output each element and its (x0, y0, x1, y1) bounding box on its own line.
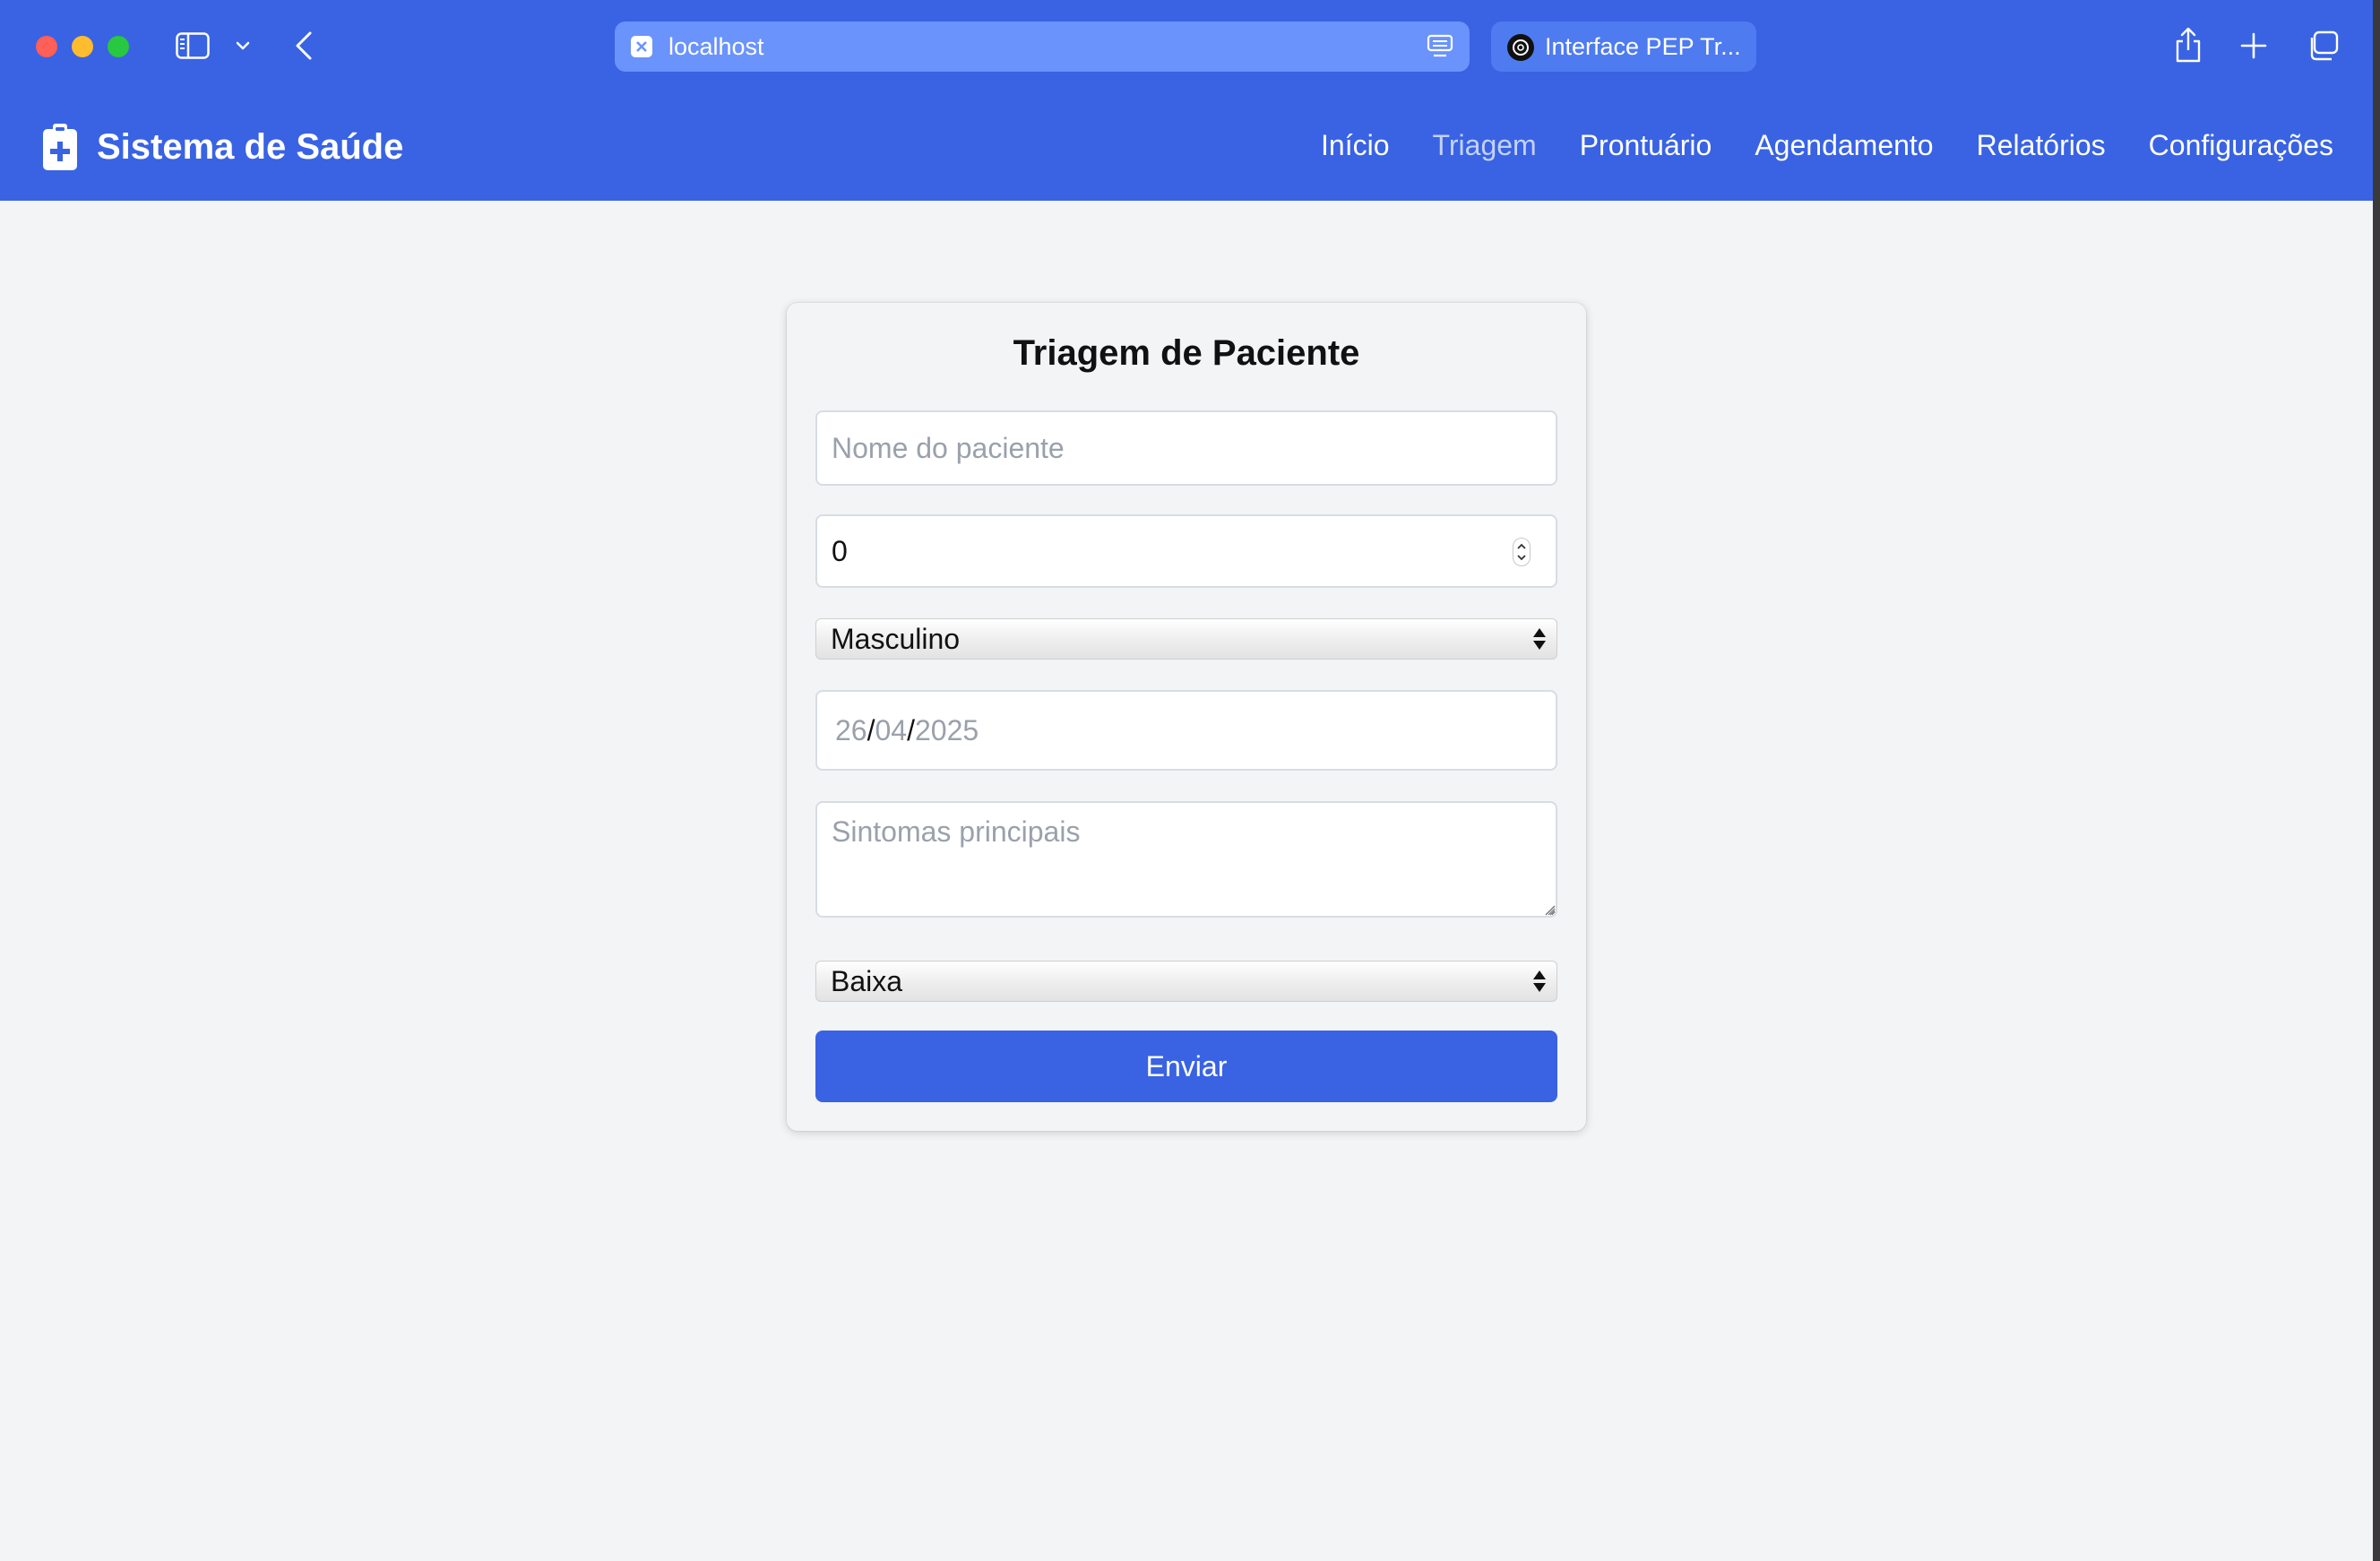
tab-title: Interface PEP Tr... (1545, 33, 1741, 60)
new-tab-icon[interactable] (2240, 32, 2267, 59)
date-separator: / (907, 713, 915, 746)
nav-item-triagem[interactable]: Triagem (1433, 129, 1537, 162)
select-arrows-icon (1533, 970, 1546, 992)
nav-item-configuracoes[interactable]: Configurações (2149, 129, 2333, 162)
nav-item-prontuario[interactable]: Prontuário (1580, 129, 1712, 162)
patient-name-input[interactable] (815, 410, 1557, 486)
sex-select[interactable]: Masculino (815, 618, 1557, 660)
address-bar[interactable]: localhost (615, 22, 1470, 72)
window-edge (2373, 0, 2380, 1561)
resize-grip-icon[interactable] (1545, 905, 1556, 916)
browser-toolbar: localhost Interface PEP Tr... (0, 0, 2373, 93)
close-window-button[interactable] (36, 36, 57, 57)
share-icon[interactable] (2174, 27, 2203, 63)
select-arrows-icon (1533, 628, 1546, 650)
tab-overview-icon[interactable] (2307, 30, 2339, 61)
fullscreen-window-button[interactable] (108, 36, 129, 57)
nav-item-inicio[interactable]: Início (1321, 129, 1389, 162)
back-arrow-icon[interactable] (294, 30, 314, 61)
browser-tab[interactable]: Interface PEP Tr... (1491, 22, 1756, 72)
number-stepper-icon[interactable] (1513, 538, 1531, 566)
openai-logo-icon (1507, 34, 1534, 61)
brand[interactable]: Sistema de Saúde (43, 124, 403, 170)
sex-select-value: Masculino (831, 623, 961, 655)
nav-item-relatorios[interactable]: Relatórios (1977, 129, 2106, 162)
symptoms-textarea[interactable] (815, 801, 1557, 918)
nav-item-agendamento[interactable]: Agendamento (1755, 129, 1933, 162)
patient-age-input[interactable] (815, 514, 1557, 588)
date-separator: / (867, 713, 875, 746)
form-title: Triagem de Paciente (1013, 333, 1360, 373)
priority-select-value: Baixa (831, 965, 903, 997)
date-month[interactable]: 04 (875, 714, 907, 747)
minimize-window-button[interactable] (72, 36, 93, 57)
reader-mode-icon[interactable] (1427, 34, 1453, 59)
brand-title: Sistema de Saúde (97, 126, 404, 167)
medical-clipboard-icon (43, 124, 77, 170)
submit-button[interactable]: Enviar (815, 1031, 1557, 1102)
site-favicon-icon (631, 36, 652, 57)
priority-select[interactable]: Baixa (815, 961, 1557, 1002)
app-navbar: Sistema de Saúde Início Triagem Prontuár… (0, 93, 2373, 201)
address-text: localhost (668, 33, 764, 60)
chevron-down-icon[interactable] (235, 38, 251, 54)
date-input[interactable]: 26 / 04 / 2025 (815, 690, 1557, 771)
sidebar-toggle-icon[interactable] (176, 32, 210, 59)
date-day[interactable]: 26 (835, 714, 867, 747)
triage-form-card: Triagem de Paciente Masculino 26 / 04 / … (787, 303, 1586, 1131)
date-year[interactable]: 2025 (915, 714, 979, 747)
main-nav: Início Triagem Prontuário Agendamento Re… (1321, 129, 2333, 162)
